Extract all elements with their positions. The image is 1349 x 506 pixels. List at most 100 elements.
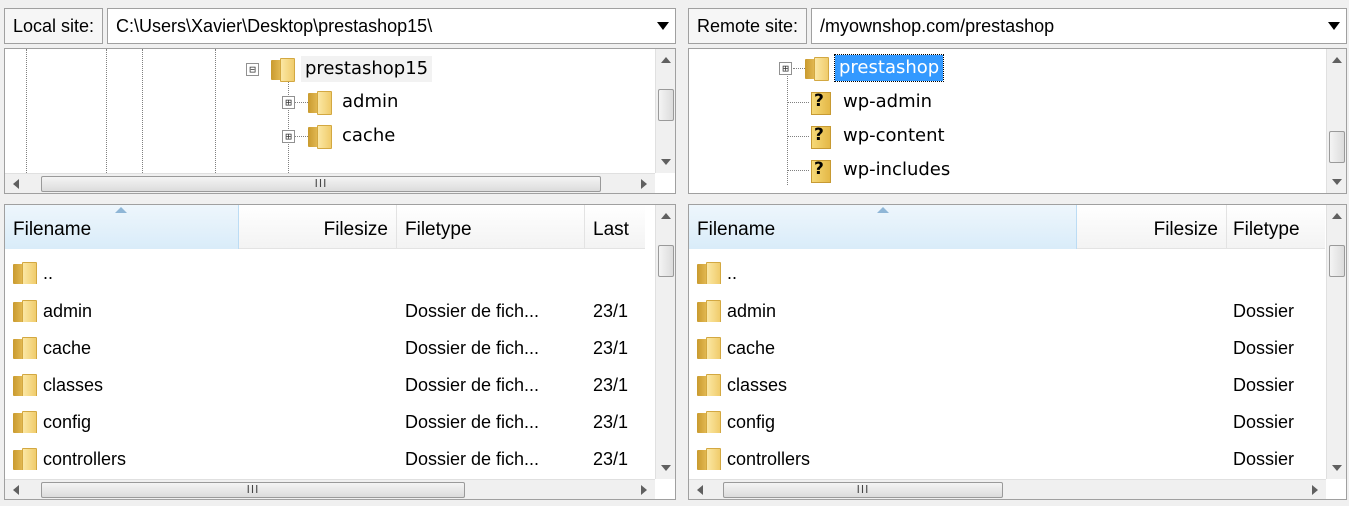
scroll-left-arrow-icon[interactable] [13,179,19,189]
chevron-down-icon[interactable] [1328,22,1340,30]
file-row[interactable]: classes Dossier [689,367,1323,403]
expand-toggle-icon[interactable]: ⊞ [282,96,295,109]
scroll-right-arrow-icon[interactable] [641,179,647,189]
scroll-down-arrow-icon[interactable] [661,465,671,471]
scrollbar-thumb[interactable] [658,89,674,121]
file-type: Dossier [1233,411,1295,432]
file-name: admin [727,300,777,321]
file-row[interactable]: config Dossier de fich... 23/1 [5,404,645,440]
file-row[interactable]: config Dossier [689,404,1323,440]
remote-file-list[interactable]: Filename Filesize Filetype .. admin Doss… [688,204,1347,500]
column-header-label: Filesize [1153,219,1218,240]
file-row[interactable]: cache Dossier de fich... 23/1 [5,330,645,366]
scroll-right-arrow-icon[interactable] [641,485,647,495]
file-row[interactable]: controllers Dossier de fich... 23/1 [5,441,645,477]
file-name: .. [43,262,54,283]
tree-node-prestashop15[interactable]: prestashop15 [271,53,433,85]
unknown-folder-icon: ? [809,125,831,149]
remote-path-combobox[interactable]: /myownshop.com/prestashop [811,8,1347,44]
tree-node-prestashop[interactable]: prestashop [805,52,945,84]
file-row[interactable]: controllers Dossier [689,441,1323,477]
column-header-label: Filesize [323,219,388,240]
remote-directory-tree[interactable]: ⊞ prestashop ? wp-admin ? wp-content ? w… [688,48,1347,194]
column-header-label: Filename [697,219,776,240]
file-name: cache [43,337,92,358]
file-name: config [727,411,776,432]
remote-tree-vertical-scrollbar[interactable] [1326,49,1346,193]
expand-toggle-icon[interactable]: ⊞ [282,130,295,143]
scroll-up-arrow-icon[interactable] [1332,57,1342,63]
file-date: 23/1 [593,411,629,432]
file-date: 23/1 [593,300,629,321]
tree-node-label: wp-admin [843,91,933,112]
local-file-list[interactable]: Filename Filesize Filetype Last .. admin… [4,204,676,500]
scroll-left-arrow-icon[interactable] [697,485,703,495]
column-header-filesize[interactable]: Filesize [1077,205,1227,249]
file-date: 23/1 [593,374,629,395]
tree-node-label: wp-includes [843,159,951,180]
file-row[interactable]: classes Dossier de fich... 23/1 [5,367,645,403]
tree-node-cache[interactable]: cache [308,120,399,152]
column-header-filetype[interactable]: Filetype [1227,205,1325,249]
file-type: Dossier de fich... [405,337,540,358]
scroll-right-arrow-icon[interactable] [1312,485,1318,495]
expand-toggle-icon[interactable]: ⊞ [779,62,792,75]
scroll-down-arrow-icon[interactable] [661,159,671,165]
file-type: Dossier [1233,374,1295,395]
tree-node-label: prestashop [833,54,945,82]
column-header-filename[interactable]: Filename [689,205,1077,249]
local-tree-horizontal-scrollbar[interactable]: III [5,173,655,193]
tree-node-label: prestashop15 [301,56,433,82]
local-site-pane: Local site: C:\Users\Xavier\Desktop\pres… [0,0,678,506]
remote-site-label: Remote site: [688,8,808,44]
column-header-filesize[interactable]: Filesize [239,205,397,249]
remote-list-horizontal-scrollbar[interactable]: III [689,479,1326,499]
remote-path-text: /myownshop.com/prestashop [820,15,1055,36]
scroll-down-arrow-icon[interactable] [1332,179,1342,185]
folder-icon [697,262,721,284]
folder-icon [308,91,332,115]
scrollbar-thumb-grip[interactable]: III [41,482,465,498]
file-row[interactable]: cache Dossier [689,330,1323,366]
file-row[interactable]: admin Dossier de fich... 23/1 [5,293,645,329]
scrollbar-thumb[interactable] [658,245,674,277]
local-list-horizontal-scrollbar[interactable]: III [5,479,655,499]
tree-node-wp-content[interactable]: ? wp-content [809,120,949,152]
remote-list-vertical-scrollbar[interactable] [1326,205,1346,479]
folder-icon [13,262,37,284]
column-header-last-modified[interactable]: Last [585,205,645,249]
local-path-text: C:\Users\Xavier\Desktop\prestashop15\ [116,15,433,36]
column-header-label: Filetype [405,219,472,240]
file-type: Dossier de fich... [405,300,540,321]
folder-icon [13,300,37,322]
local-directory-tree[interactable]: ⊟ prestashop15 ⊞ admin ⊞ cache III [4,48,676,194]
tree-node-admin[interactable]: admin [308,86,402,118]
file-row[interactable]: admin Dossier [689,293,1323,329]
scroll-up-arrow-icon[interactable] [661,213,671,219]
tree-node-wp-admin[interactable]: ? wp-admin [809,86,936,118]
file-type: Dossier de fich... [405,448,540,469]
scroll-up-arrow-icon[interactable] [1332,213,1342,219]
scroll-left-arrow-icon[interactable] [13,485,19,495]
tree-node-wp-includes[interactable]: ? wp-includes [809,154,954,186]
local-list-vertical-scrollbar[interactable] [655,205,675,479]
file-name: config [43,411,92,432]
scrollbar-thumb-grip[interactable]: III [723,482,1003,498]
local-path-combobox[interactable]: C:\Users\Xavier\Desktop\prestashop15\ [107,8,676,44]
collapse-toggle-icon[interactable]: ⊟ [246,63,259,76]
scrollbar-thumb[interactable] [1329,245,1345,277]
chevron-down-icon[interactable] [657,22,669,30]
folder-icon [13,374,37,396]
column-header-filetype[interactable]: Filetype [397,205,585,249]
tree-guide-line [787,102,809,103]
file-row-parent[interactable]: .. [689,255,1227,291]
scroll-down-arrow-icon[interactable] [1332,465,1342,471]
scroll-up-arrow-icon[interactable] [661,57,671,63]
column-header-label: Last [593,219,629,240]
scrollbar-thumb[interactable] [1329,131,1345,163]
scrollbar-thumb-grip[interactable]: III [41,176,601,192]
file-row-parent[interactable]: .. [5,255,397,291]
local-tree-vertical-scrollbar[interactable] [655,49,675,173]
column-header-filename[interactable]: Filename [5,205,239,249]
tree-guide-line [793,68,805,69]
